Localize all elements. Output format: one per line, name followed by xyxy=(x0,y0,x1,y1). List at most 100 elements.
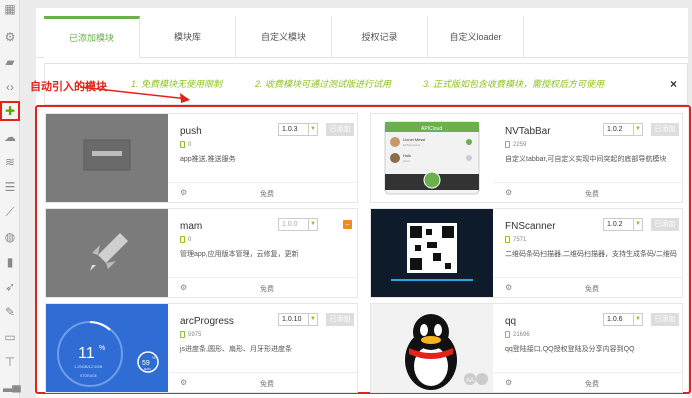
tab-bar: 已添加模块 模块库 自定义模块 授权记录 自定义loader xyxy=(36,8,688,58)
module-name: push xyxy=(180,126,202,137)
close-icon[interactable]: × xyxy=(670,77,677,91)
database-icon[interactable]: ◍ xyxy=(3,230,17,244)
thumb-title: APICloud xyxy=(421,126,442,132)
module-description: 管理app,应用版本管理，云修复，更新 xyxy=(180,251,299,258)
tab-added-modules[interactable]: 已添加模块 xyxy=(44,16,140,58)
price-label: 免费 xyxy=(260,286,274,293)
grid-icon[interactable]: ▦ xyxy=(3,2,17,16)
tab-custom-modules[interactable]: 自定义模块 xyxy=(236,16,332,58)
version-select[interactable]: 1.0.10 ▼ xyxy=(278,313,318,326)
rocket-icon xyxy=(46,209,168,297)
monitor-icon[interactable]: ▭ xyxy=(3,330,17,344)
card-footer: ⚙ 免费 xyxy=(493,372,683,392)
version-select[interactable]: 1.0.2 ▼ xyxy=(603,123,643,136)
module-card-nvtabbar: APICloud Lionel Messi El Barcelona Hulk … xyxy=(370,113,683,203)
price-label: 免费 xyxy=(260,191,274,198)
phone-icon xyxy=(180,331,185,338)
chart-icon[interactable]: ⟋ xyxy=(3,205,17,219)
thumb-user2-sub: Zenit xyxy=(403,159,410,163)
arc-percent: 11 xyxy=(78,345,95,362)
module-card-mam: mam 1.0.0 ▼ – 0 管理app,应用版本管理，云修复，更新 ⚙ 免费 xyxy=(45,208,358,298)
phone-icon xyxy=(505,141,510,148)
thumb-user1-sub: El Barcelona xyxy=(403,143,420,147)
add-button[interactable]: 已添加 xyxy=(651,123,679,136)
puzzle-icon[interactable]: ✚ xyxy=(0,101,20,121)
card-footer: ⚙ 免费 xyxy=(493,277,683,297)
notice-item-2: 2. 收费模块可通过测试版进行试用 xyxy=(255,79,392,89)
platform-icons: ⚙ xyxy=(505,188,513,197)
module-thumbnail xyxy=(46,114,168,202)
arc-small: 59 xyxy=(142,360,150,367)
remove-button[interactable]: – xyxy=(343,220,352,229)
arc-small-unit: % xyxy=(152,355,156,360)
version-select[interactable]: 1.0.3 ▼ xyxy=(278,123,318,136)
download-count: 2259 xyxy=(505,141,526,148)
thumb-user2: Hulk xyxy=(403,153,411,158)
download-count: 0 xyxy=(180,236,191,243)
module-name: qq xyxy=(505,316,517,327)
add-button[interactable]: 已添加 xyxy=(651,313,679,326)
chevron-down-icon: ▼ xyxy=(633,219,642,230)
module-description: qq登陆接口,QQ授权登陆及分享内容到QQ xyxy=(505,346,635,353)
document-icon[interactable]: ▰ xyxy=(3,55,17,69)
phone-icon xyxy=(180,236,185,243)
module-thumbnail xyxy=(371,209,493,297)
rocket-icon[interactable]: ➶ xyxy=(3,280,17,294)
platform-icons: ⚙ xyxy=(180,378,188,387)
download-count: 7571 xyxy=(505,236,526,243)
card-footer: ⚙ 免费 xyxy=(493,182,683,202)
phone-icon xyxy=(180,141,185,148)
phone-icon xyxy=(505,236,510,243)
chevron-down-icon: ▼ xyxy=(633,314,642,325)
code-icon[interactable]: ‹› xyxy=(3,80,17,94)
module-thumbnail xyxy=(46,209,168,297)
wrench-icon[interactable]: ✎ xyxy=(3,305,17,319)
add-button[interactable]: 已添加 xyxy=(326,123,354,136)
module-name: NVTabBar xyxy=(505,126,551,137)
module-name: mam xyxy=(180,221,203,232)
layers-icon[interactable]: ≋ xyxy=(3,155,17,169)
card-footer: ⚙ 免费 xyxy=(168,182,358,202)
arc-small-label: RAM xyxy=(144,367,151,371)
bar-chart-icon[interactable]: ▂▄ xyxy=(3,378,21,392)
gear-icon[interactable]: ⚙ xyxy=(3,30,17,44)
module-card-qq: AA qq 1.0.6 ▼ 已添加 21696 qq登陆接口,QQ授权登陆及分享内… xyxy=(370,303,683,393)
module-description: js进度条,圆形、扇形、月牙形进度条 xyxy=(180,346,292,353)
platform-icons: ⚙ xyxy=(505,283,513,292)
arc-sub: 1.29GB/12.5GB xyxy=(74,364,103,369)
module-card-arcprogress: 11 % 1.29GB/12.5GB STORAGE 59 % RAM arcP… xyxy=(45,303,358,393)
sliders-icon[interactable]: ☰ xyxy=(3,180,17,194)
tab-license-records[interactable]: 授权记录 xyxy=(332,16,428,58)
version-select[interactable]: 1.0.2 ▼ xyxy=(603,218,643,231)
download-count: 5975 xyxy=(180,331,201,338)
thumb-user1: Lionel Messi xyxy=(403,137,425,142)
progress-ring-icon: 11 % 1.29GB/12.5GB STORAGE 59 % RAM xyxy=(46,304,168,392)
phone-mockup-icon: APICloud Lionel Messi El Barcelona Hulk … xyxy=(384,121,480,195)
download-count: 21696 xyxy=(505,331,530,338)
add-button[interactable]: 已添加 xyxy=(651,218,679,231)
platform-icons: ⚙ xyxy=(505,378,513,387)
module-card-fnscanner: FNScanner 1.0.2 ▼ 已添加 7571 二维码条码扫描器,二维码扫描… xyxy=(370,208,683,298)
arc-label: STORAGE xyxy=(80,374,98,378)
module-card-push: push 1.0.3 ▼ 已添加 0 app推送,推送服务 ⚙ 免费 xyxy=(45,113,358,203)
module-description: app推送,推送服务 xyxy=(180,156,236,163)
price-label: 免费 xyxy=(585,381,599,388)
module-thumbnail: 11 % 1.29GB/12.5GB STORAGE 59 % RAM xyxy=(46,304,168,392)
version-select[interactable]: 1.0.0 ▼ xyxy=(278,218,318,231)
card-footer: ⚙ 免费 xyxy=(168,277,358,297)
version-select[interactable]: 1.0.6 ▼ xyxy=(603,313,643,326)
price-label: 免费 xyxy=(260,381,274,388)
card-footer: ⚙ 免费 xyxy=(168,372,358,392)
add-button[interactable]: 已添加 xyxy=(326,313,354,326)
notice-item-3: 3. 正式版如包含收费模块，需授权后方可使用 xyxy=(423,79,605,89)
tab-module-library[interactable]: 模块库 xyxy=(140,16,236,58)
presentation-icon[interactable]: ⊤ xyxy=(3,355,17,369)
tab-custom-loader[interactable]: 自定义loader xyxy=(428,16,524,58)
module-name: FNScanner xyxy=(505,221,556,232)
cloud-icon[interactable]: ☁ xyxy=(3,130,17,144)
arc-unit: % xyxy=(99,345,105,352)
platform-icons: ⚙ xyxy=(180,283,188,292)
document-icon xyxy=(46,114,168,202)
bookmark-icon[interactable]: ▮ xyxy=(3,255,17,269)
chevron-down-icon: ▼ xyxy=(308,314,317,325)
